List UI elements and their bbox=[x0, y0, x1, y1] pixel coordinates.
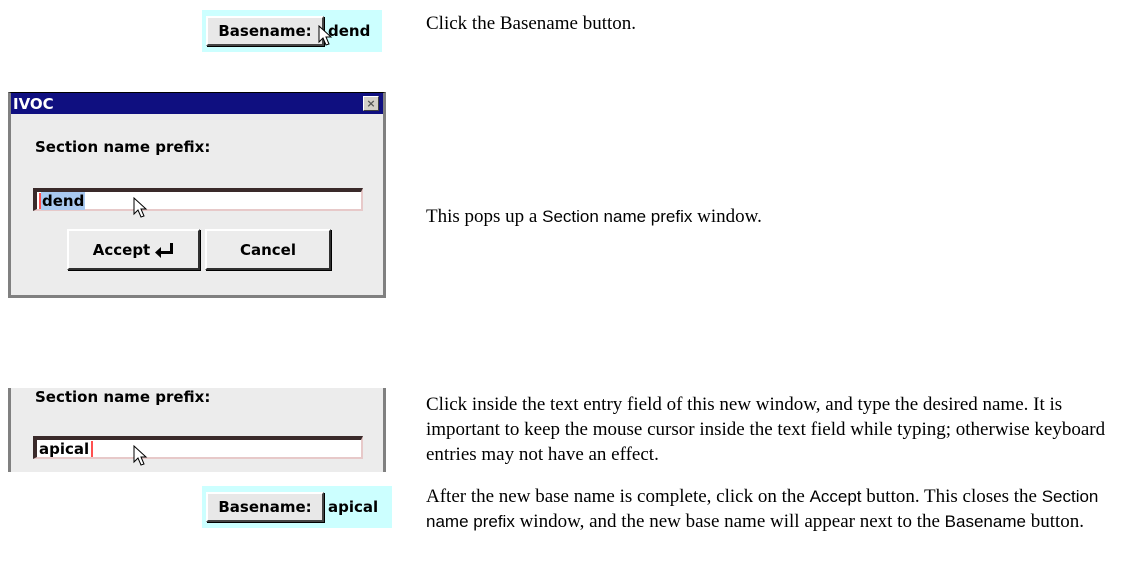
cancel-button[interactable]: Cancel bbox=[205, 229, 331, 270]
section-name-dialog-crop: Section name prefix: apical bbox=[8, 388, 386, 472]
basename-button-label: Basename: bbox=[218, 498, 312, 516]
section-prefix-value: apical bbox=[39, 439, 90, 458]
section-prefix-input[interactable]: dend bbox=[33, 188, 363, 211]
ref-accept: Accept bbox=[809, 487, 862, 506]
dialog-titlebar: IVOC × bbox=[11, 93, 383, 114]
mouse-pointer-icon bbox=[318, 25, 333, 46]
cancel-button-label: Cancel bbox=[239, 240, 296, 259]
basename-panel-apical: Basename: apical bbox=[202, 486, 392, 528]
basename-panel-dend: Basename: dend bbox=[202, 10, 382, 52]
section-name-dialog: IVOC × Section name prefix: dend Accept … bbox=[8, 92, 386, 298]
step1-instruction: Click the Basename button. bbox=[426, 13, 637, 34]
mouse-pointer-icon bbox=[133, 445, 148, 466]
basename-button[interactable]: Basename: bbox=[206, 16, 324, 46]
basename-button[interactable]: Basename: bbox=[206, 492, 324, 522]
accept-button[interactable]: Accept bbox=[67, 229, 200, 270]
step3-instruction: Click inside the text entry field of thi… bbox=[426, 394, 1106, 465]
basename-value: apical bbox=[328, 498, 379, 516]
ref-section-name-prefix: Section name prefix bbox=[542, 207, 693, 226]
ref-basename: Basename bbox=[944, 512, 1026, 531]
text-caret bbox=[91, 440, 94, 457]
mouse-pointer-icon bbox=[133, 197, 148, 218]
section-prefix-value: dend bbox=[41, 191, 86, 210]
step4-instruction: After the new base name is complete, cli… bbox=[426, 486, 1099, 532]
enter-arrow-icon bbox=[155, 242, 174, 258]
dialog-title: IVOC bbox=[13, 94, 54, 113]
dialog-prompt: Section name prefix: bbox=[35, 388, 211, 406]
section-prefix-input[interactable]: apical bbox=[33, 436, 363, 459]
accept-button-label: Accept bbox=[92, 240, 151, 259]
dialog-prompt: Section name prefix: bbox=[35, 138, 211, 156]
basename-button-label: Basename: bbox=[218, 22, 312, 40]
basename-value: dend bbox=[328, 22, 371, 40]
step2-instruction: This pops up a Section name prefix windo… bbox=[426, 206, 762, 227]
close-icon[interactable]: × bbox=[363, 96, 379, 111]
